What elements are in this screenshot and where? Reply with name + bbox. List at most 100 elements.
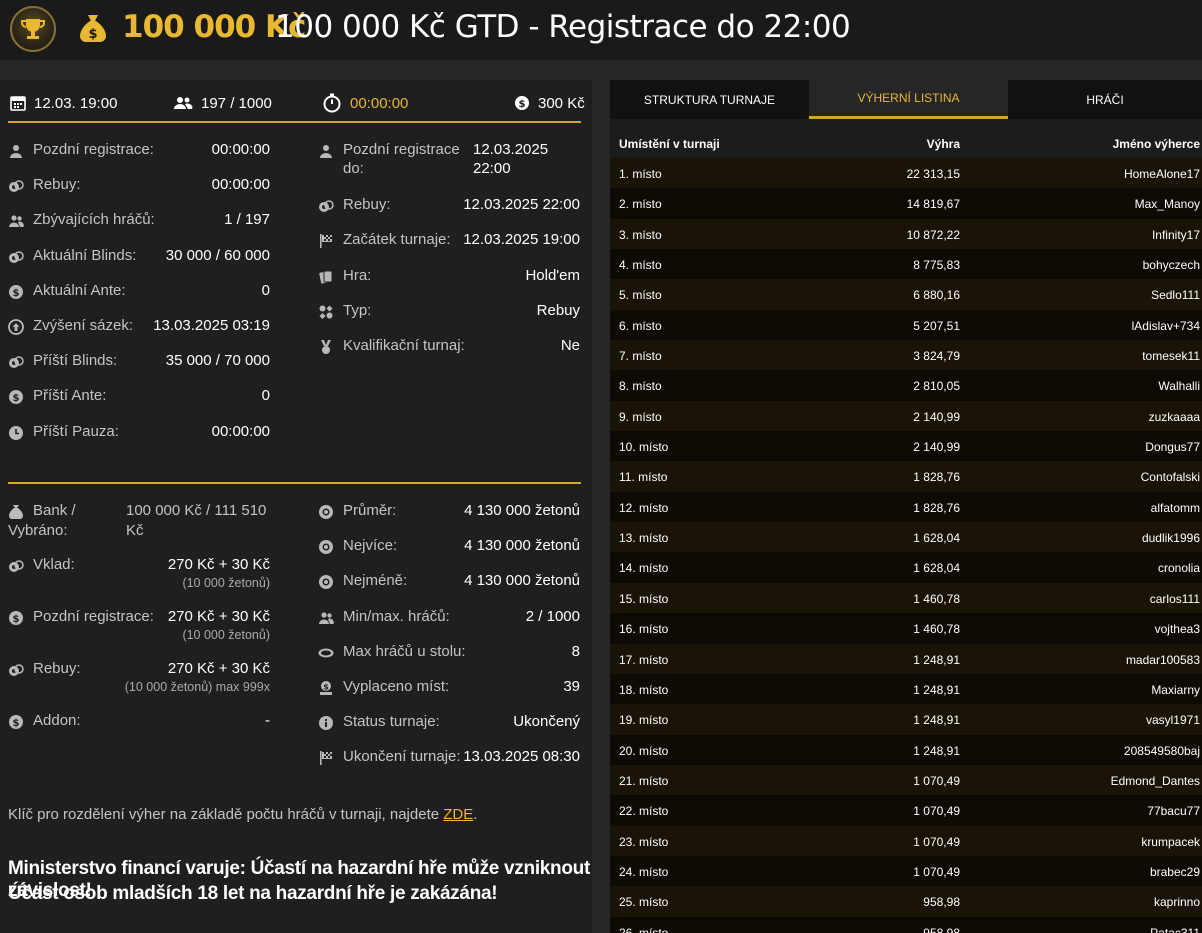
user-icon bbox=[10, 145, 22, 158]
prize-cell: 8 775,83 bbox=[913, 258, 960, 273]
info-value: 270 Kč + 30 Kč bbox=[167, 660, 270, 677]
chips-icon bbox=[9, 180, 24, 193]
info-value: 0 bbox=[261, 281, 270, 299]
header-winner: Jméno výherce bbox=[1112, 137, 1200, 151]
info-label: Pozdní registrace: bbox=[33, 141, 154, 158]
info-subvalue: (10 000 žetonů) bbox=[182, 628, 270, 642]
place-cell: 13. místo bbox=[619, 531, 669, 546]
info-row: Status turnaje: Ukončený bbox=[318, 712, 580, 734]
table-row: 11. místo 1 828,76 Contofalski bbox=[610, 461, 1202, 492]
info-label: Vklad: bbox=[33, 556, 75, 573]
winner-cell: lAdislav+734 bbox=[1131, 318, 1200, 333]
medal-icon bbox=[321, 340, 331, 354]
tab-players[interactable]: HRÁČI bbox=[1008, 80, 1202, 119]
info-value: Ne bbox=[560, 337, 580, 354]
info-label: Ukončení turnaje: bbox=[343, 748, 461, 766]
winner-cell: brabec29 bbox=[1149, 864, 1200, 879]
info-label-line1: Pozdní registrace bbox=[343, 141, 460, 158]
winner-cell: vojthea3 bbox=[1154, 622, 1200, 637]
table-row: 15. místo 1 460,78 carlos111 bbox=[610, 582, 1202, 614]
flag-icon bbox=[320, 751, 332, 766]
place-cell: 19. místo bbox=[619, 713, 669, 728]
gambling-warning-line2: Účast osob mladších 18 let na hazardní h… bbox=[8, 883, 498, 904]
coin-icon: $ bbox=[9, 390, 23, 405]
table-row: 26. místo 958,98 Patac311 bbox=[610, 916, 1202, 933]
info-label: Průměr: bbox=[343, 502, 397, 519]
table-header: Umístění v turnaji Výhra Jméno výherce bbox=[610, 132, 1202, 156]
zde-link[interactable]: ZDE bbox=[443, 806, 473, 823]
flag-icon bbox=[320, 234, 332, 248]
info-row: Typ: Rebuy bbox=[318, 301, 580, 323]
info-value: 270 Kč + 30 Kč bbox=[167, 556, 270, 573]
chips-icon bbox=[319, 200, 334, 212]
winner-cell: dudlik1996 bbox=[1141, 531, 1200, 546]
trophy-logo-icon bbox=[10, 6, 56, 52]
info-value-line2: 22:00 bbox=[473, 160, 511, 177]
clock-icon bbox=[9, 425, 23, 440]
info-row: $ Aktuální Ante: 0 bbox=[8, 281, 270, 303]
user-icon bbox=[320, 145, 332, 158]
table-icon bbox=[318, 648, 334, 658]
svg-text:$: $ bbox=[519, 99, 526, 110]
summary-buyin-text: 300 Kč bbox=[538, 94, 585, 112]
chip-icon bbox=[319, 540, 333, 555]
place-cell: 14. místo bbox=[619, 561, 669, 576]
prize-cell: 1 248,91 bbox=[913, 652, 960, 667]
info-value: 35 000 / 70 000 bbox=[165, 352, 270, 370]
table-row: 3. místo 10 872,22 Infinity17 bbox=[610, 218, 1202, 250]
summary-date-text: 12.03. 19:00 bbox=[34, 94, 118, 112]
winner-cell: tomesek11 bbox=[1142, 349, 1200, 364]
prize-cell: 2 140,99 bbox=[913, 440, 960, 455]
winner-cell: 208549580baj bbox=[1123, 743, 1200, 758]
info-row: $ Vyplaceno míst: 39 bbox=[318, 677, 580, 699]
page-header: $ 100 000 Kč 100 000 Kč GTD - Registrace… bbox=[0, 0, 1202, 60]
prize-cell: 1 460,78 bbox=[913, 591, 960, 606]
prize-cell: 958,98 bbox=[923, 895, 960, 910]
winner-cell: madar100583 bbox=[1125, 652, 1200, 667]
prize-cell: 3 824,79 bbox=[913, 349, 960, 364]
tab-structure[interactable]: STRUKTURA TURNAJE bbox=[610, 80, 809, 119]
info-row: Zvýšení sázek: 13.03.2025 03:19 bbox=[8, 316, 270, 338]
info-label: Aktuální Ante: bbox=[33, 281, 126, 299]
winner-cell: Sedlo111 bbox=[1151, 288, 1200, 303]
info-value: 270 Kč + 30 Kč bbox=[167, 608, 270, 625]
divider-line bbox=[8, 121, 581, 123]
info-value: 13.03.2025 03:19 bbox=[153, 317, 270, 334]
summary-timer-text: 00:00:00 bbox=[350, 94, 409, 112]
info-value: 4 130 000 žetonů bbox=[464, 502, 580, 519]
info-row: Nejméně: 4 130 000 žetonů bbox=[318, 571, 580, 593]
info-label: Vyplaceno míst: bbox=[343, 678, 450, 695]
prize-cell: 5 207,51 bbox=[913, 318, 960, 333]
info-value: 00:00:00 bbox=[211, 141, 270, 158]
divider-line bbox=[8, 482, 581, 484]
winner-cell: Max_Manoy bbox=[1134, 197, 1200, 212]
info-row: Pozdní registrace: 00:00:00 bbox=[8, 140, 270, 162]
info-value: Rebuy bbox=[536, 302, 580, 319]
winner-cell: HomeAlone17 bbox=[1123, 167, 1200, 181]
info-subvalue: (10 000 žetonů) bbox=[182, 576, 270, 590]
bank-label-line1: Bank / bbox=[33, 502, 76, 519]
place-cell: 22. místo bbox=[619, 804, 669, 819]
info-value: - bbox=[265, 712, 270, 729]
info-value: 4 130 000 žetonů bbox=[464, 572, 580, 590]
svg-text:$: $ bbox=[13, 718, 20, 729]
money-bag-icon: $ bbox=[515, 96, 529, 110]
place-cell: 23. místo bbox=[619, 834, 669, 849]
place-cell: 3. místo bbox=[619, 227, 662, 242]
prize-cell: 1 070,49 bbox=[913, 834, 960, 849]
tab-payouts[interactable]: VÝHERNÍ LISTINA bbox=[809, 80, 1008, 119]
info-label: Status turnaje: bbox=[343, 713, 440, 731]
table-row: 9. místo 2 140,99 zuzkaaaa bbox=[610, 400, 1202, 432]
svg-text:$: $ bbox=[13, 288, 20, 299]
stopwatch-icon bbox=[323, 93, 341, 113]
prize-cell: 10 872,22 bbox=[906, 227, 960, 242]
info-label: Začátek turnaje: bbox=[343, 231, 451, 248]
place-cell: 9. místo bbox=[619, 409, 662, 424]
payout-icon: $ bbox=[320, 681, 332, 695]
table-row: 19. místo 1 248,91 vasyl1971 bbox=[610, 704, 1202, 735]
winner-cell: Patac311 bbox=[1150, 925, 1200, 933]
prize-cell: 1 828,76 bbox=[913, 470, 960, 485]
prize-cell: 2 140,99 bbox=[913, 409, 960, 424]
svg-text:$: $ bbox=[13, 614, 20, 625]
table-row: 14. místo 1 628,04 cronolia bbox=[610, 552, 1202, 583]
